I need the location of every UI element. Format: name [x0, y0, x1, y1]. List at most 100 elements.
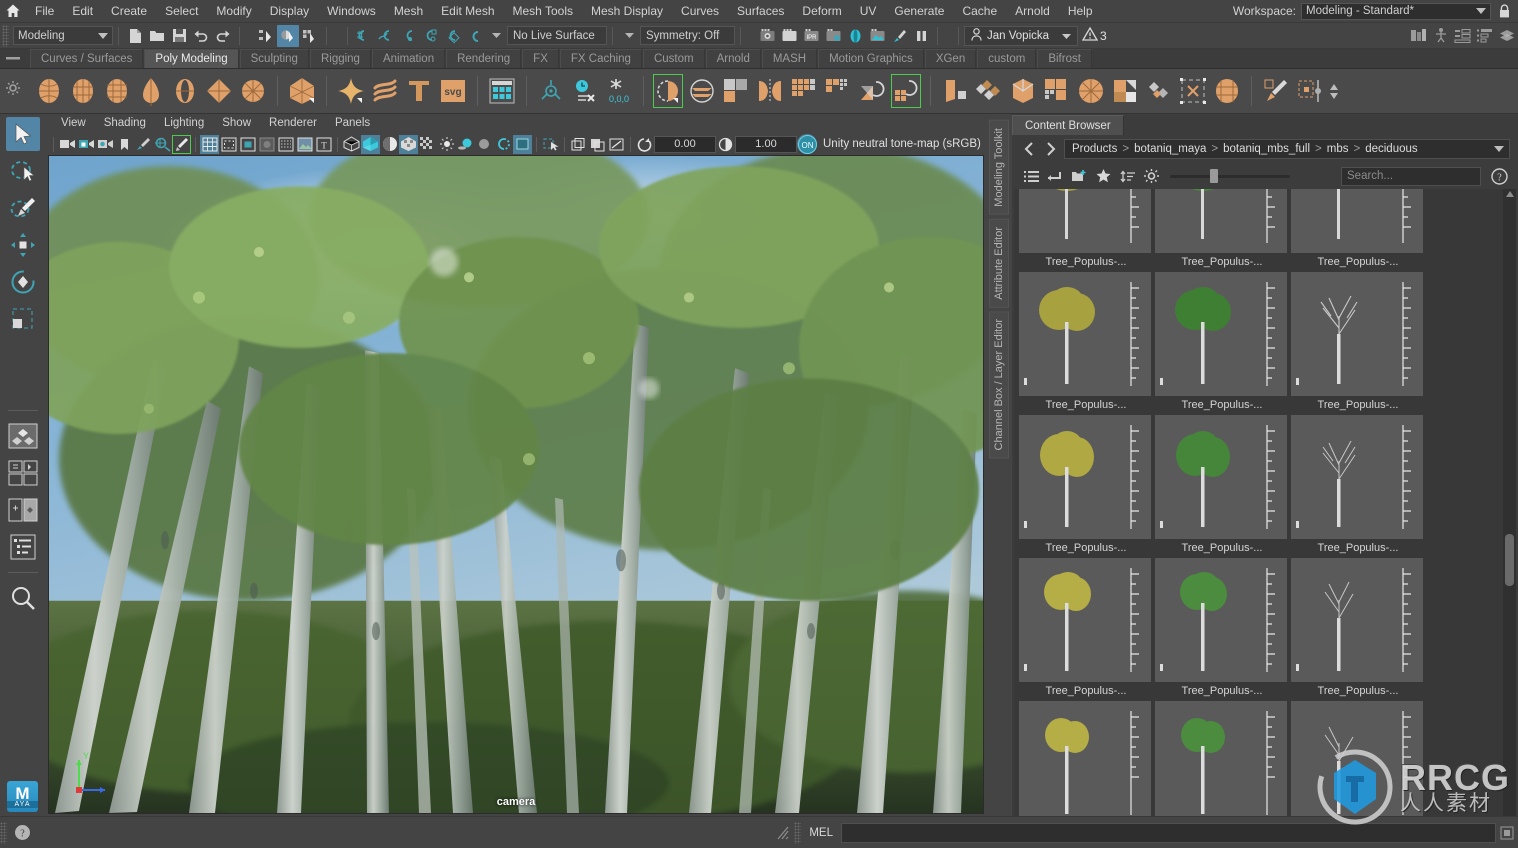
shadows-icon[interactable]	[456, 135, 475, 154]
menu-create[interactable]: Create	[102, 0, 156, 23]
menu-mesh-tools[interactable]: Mesh Tools	[504, 0, 582, 23]
viewport-menu-lighting[interactable]: Lighting	[155, 114, 213, 133]
svg-icon[interactable]: svg	[436, 72, 470, 110]
chevron-down-icon[interactable]	[485, 25, 507, 47]
menu-mesh[interactable]: Mesh	[385, 0, 432, 23]
help-icon[interactable]: ?	[7, 824, 37, 841]
center-pivot-icon[interactable]	[534, 72, 568, 110]
snap-to-projected-center-icon[interactable]	[419, 25, 441, 47]
viewport-menu-show[interactable]: Show	[213, 114, 260, 133]
delete-history-icon[interactable]	[568, 72, 602, 110]
image-plane-display-icon[interactable]	[295, 135, 314, 154]
ambient-occlusion-icon[interactable]	[475, 135, 494, 154]
camera-attributes-icon[interactable]	[96, 135, 115, 154]
breadcrumb-item-4[interactable]: deciduous	[1365, 143, 1417, 155]
move-tool[interactable]	[6, 228, 40, 262]
menu-cache[interactable]: Cache	[953, 0, 1006, 23]
polygon-type-icon[interactable]	[402, 72, 436, 110]
wireframe-icon[interactable]	[342, 135, 361, 154]
resolution-gate-icon[interactable]	[238, 135, 257, 154]
ipr-render-icon[interactable]: IPR	[800, 25, 822, 47]
menu-deform[interactable]: Deform	[793, 0, 850, 23]
extrude-icon[interactable]	[938, 72, 972, 110]
shelf-menu-icon[interactable]	[6, 51, 26, 65]
home-icon[interactable]	[0, 3, 26, 19]
asset-tile[interactable]: Tree_Populus-...	[1291, 415, 1425, 558]
menu-select[interactable]: Select	[156, 0, 207, 23]
boolean-icon[interactable]	[719, 72, 753, 110]
smooth-shade-icon[interactable]	[361, 134, 380, 154]
lock-icon[interactable]	[1496, 3, 1512, 19]
sort-icon[interactable]	[1116, 165, 1138, 187]
chevron-down-icon[interactable]	[618, 25, 640, 47]
viewport-menu-renderer[interactable]: Renderer	[260, 114, 326, 133]
use-all-lights-icon[interactable]	[437, 135, 456, 154]
asset-tile[interactable]: Tree_Populus-...	[1155, 701, 1289, 816]
menu-edit-mesh[interactable]: Edit Mesh	[432, 0, 503, 23]
snap-to-point-icon[interactable]	[397, 25, 419, 47]
quad-draw-icon[interactable]	[1259, 72, 1293, 110]
retopologize-icon[interactable]	[889, 72, 923, 110]
breadcrumb[interactable]: Products > botaniq_maya > botaniq_mbs_fu…	[1064, 139, 1510, 159]
asset-grid-scrollbar[interactable]	[1503, 189, 1516, 816]
menu-surfaces[interactable]: Surfaces	[728, 0, 793, 23]
menu-generate[interactable]: Generate	[885, 0, 953, 23]
menu-edit[interactable]: Edit	[63, 0, 102, 23]
paint-select-tool[interactable]	[6, 191, 40, 225]
chevron-left-icon[interactable]	[1020, 139, 1038, 159]
asset-thumbnail[interactable]	[1291, 701, 1423, 816]
image-plane-icon[interactable]	[134, 135, 153, 154]
select-tool[interactable]	[6, 117, 40, 151]
asset-thumbnail[interactable]	[1019, 701, 1151, 816]
viewport-menu-shading[interactable]: Shading	[95, 114, 155, 133]
content-browser-tab[interactable]: Content Browser	[1012, 115, 1124, 135]
menu-curves[interactable]: Curves	[672, 0, 728, 23]
polygon-cone-icon[interactable]	[134, 72, 168, 110]
snap-to-curve-icon[interactable]	[375, 25, 397, 47]
bookmark-icon[interactable]	[115, 135, 134, 154]
sculpt-mesh-icon[interactable]	[1210, 72, 1244, 110]
asset-grid-container[interactable]: Tree_Populus-... Tree_Populus-... Tree_P…	[1014, 189, 1516, 816]
xray-active-components-icon[interactable]	[588, 135, 607, 154]
breadcrumb-item-0[interactable]: Products	[1072, 143, 1117, 155]
textured-icon[interactable]	[399, 134, 418, 154]
asset-tile[interactable]: Tree_Populus-...	[1155, 558, 1289, 701]
channel-box-toggle-icon[interactable]	[1474, 25, 1496, 47]
polygon-sphere-icon[interactable]	[32, 72, 66, 110]
workspace-dropdown[interactable]: Modeling - Standard*	[1301, 2, 1491, 20]
uv-editor-icon[interactable]	[485, 72, 519, 110]
command-input[interactable]	[841, 822, 1496, 843]
list-view-icon[interactable]	[1020, 165, 1042, 187]
asset-tile[interactable]: Tree_Populus-...	[1019, 701, 1153, 816]
redo-icon[interactable]	[212, 25, 234, 47]
single-perspective-view-icon[interactable]	[6, 419, 40, 453]
asset-thumbnail[interactable]	[1291, 558, 1423, 682]
thumbnail-size-slider[interactable]	[1170, 166, 1290, 186]
exposure-icon[interactable]	[635, 135, 654, 154]
live-surface-field[interactable]: No Live Surface	[507, 26, 607, 45]
status-badge[interactable]: 3	[1081, 26, 1107, 44]
chevron-right-icon[interactable]	[1042, 139, 1060, 159]
character-sets-icon[interactable]	[1430, 25, 1452, 47]
lasso-select-tool[interactable]	[6, 154, 40, 188]
paint-effects-icon[interactable]	[888, 25, 910, 47]
menu-file[interactable]: File	[26, 0, 63, 23]
scroll-up-arrow-icon[interactable]	[1506, 191, 1514, 197]
shelf-tab-poly-modeling[interactable]: Poly Modeling	[144, 49, 239, 68]
bevel-icon[interactable]	[972, 72, 1006, 110]
shelf-scroll-arrows[interactable]	[1329, 83, 1339, 100]
asset-tile[interactable]: Tree_Populus-...	[1155, 189, 1289, 272]
motion-blur-icon[interactable]	[494, 135, 513, 154]
menuset-dropdown[interactable]: Modeling	[13, 26, 113, 45]
menu-modify[interactable]: Modify	[207, 0, 260, 23]
pause-icon[interactable]	[910, 25, 932, 47]
asset-thumbnail[interactable]	[1155, 558, 1287, 682]
up-folder-icon[interactable]	[1044, 165, 1066, 187]
resize-grip-icon[interactable]	[772, 825, 794, 841]
multisample-icon[interactable]	[418, 135, 437, 154]
render-view-icon[interactable]	[866, 25, 888, 47]
new-file-icon[interactable]	[124, 25, 146, 47]
shelf-options-gear-icon[interactable]	[6, 81, 26, 98]
menu-display[interactable]: Display	[261, 0, 318, 23]
layers-icon[interactable]	[1496, 25, 1518, 47]
